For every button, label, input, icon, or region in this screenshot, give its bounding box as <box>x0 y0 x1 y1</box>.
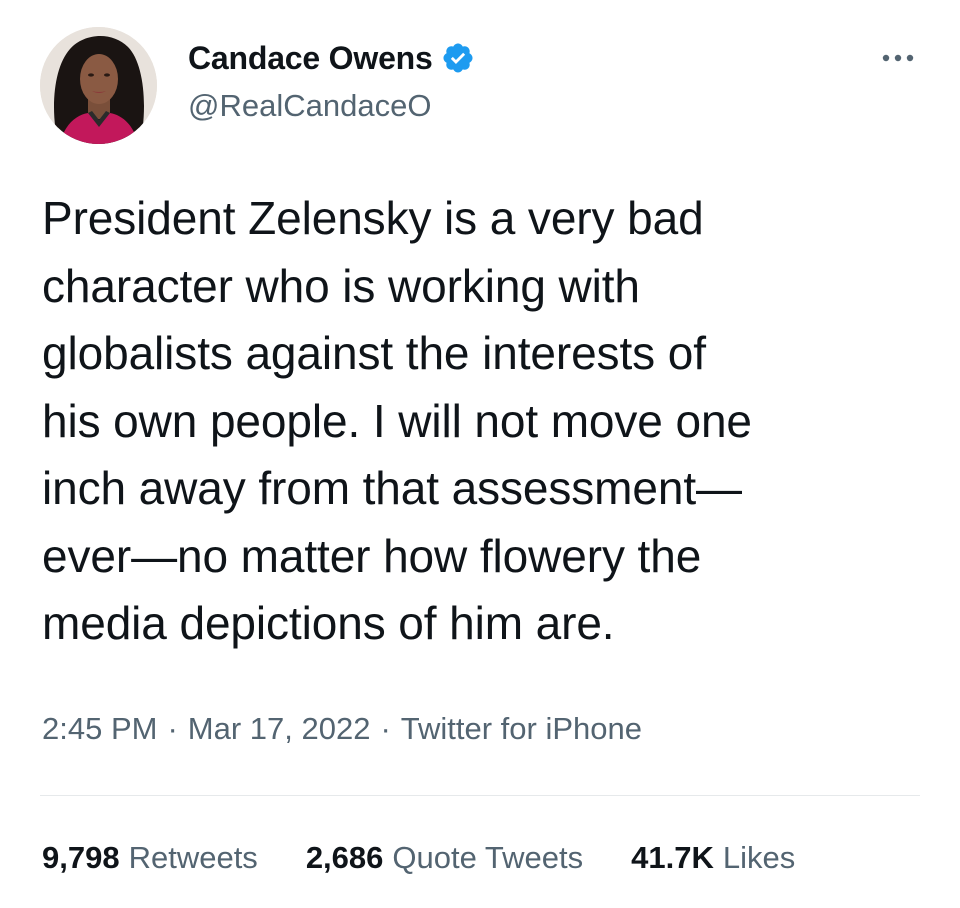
retweets-stat[interactable]: 9,798 Retweets <box>42 840 258 876</box>
tweet-card: Candace Owens @RealCandaceO President Ze… <box>0 0 960 908</box>
avatar-image <box>40 27 157 144</box>
retweets-label: Retweets <box>128 840 258 875</box>
author-handle[interactable]: @RealCandaceO <box>188 88 431 124</box>
verified-badge-icon <box>441 41 475 75</box>
quote-tweets-label: Quote Tweets <box>392 840 584 875</box>
avatar[interactable] <box>40 27 157 144</box>
author-display-name[interactable]: Candace Owens <box>188 40 433 77</box>
tweet-date[interactable]: Mar 17, 2022 <box>188 711 371 747</box>
tweet-time[interactable]: 2:45 PM <box>42 711 157 747</box>
more-horizontal-icon[interactable] <box>878 50 918 66</box>
meta-separator: · <box>380 711 391 746</box>
author-name-row: Candace Owens <box>188 38 475 78</box>
likes-stat[interactable]: 41.7K Likes <box>631 840 795 876</box>
meta-separator: · <box>167 711 178 746</box>
retweets-count: 9,798 <box>42 840 120 875</box>
likes-count: 41.7K <box>631 840 714 875</box>
engagement-stats: 9,798 Retweets 2,686 Quote Tweets 41.7K … <box>42 836 922 880</box>
tweet-text: President Zelensky is a very bad charact… <box>42 192 752 649</box>
quote-tweets-stat[interactable]: 2,686 Quote Tweets <box>306 840 583 876</box>
tweet-metadata: 2:45 PM · Mar 17, 2022 · Twitter for iPh… <box>42 707 642 751</box>
quote-tweets-count: 2,686 <box>305 840 384 875</box>
tweet-source[interactable]: Twitter for iPhone <box>401 711 642 747</box>
likes-label: Likes <box>722 840 796 875</box>
divider <box>40 795 920 796</box>
